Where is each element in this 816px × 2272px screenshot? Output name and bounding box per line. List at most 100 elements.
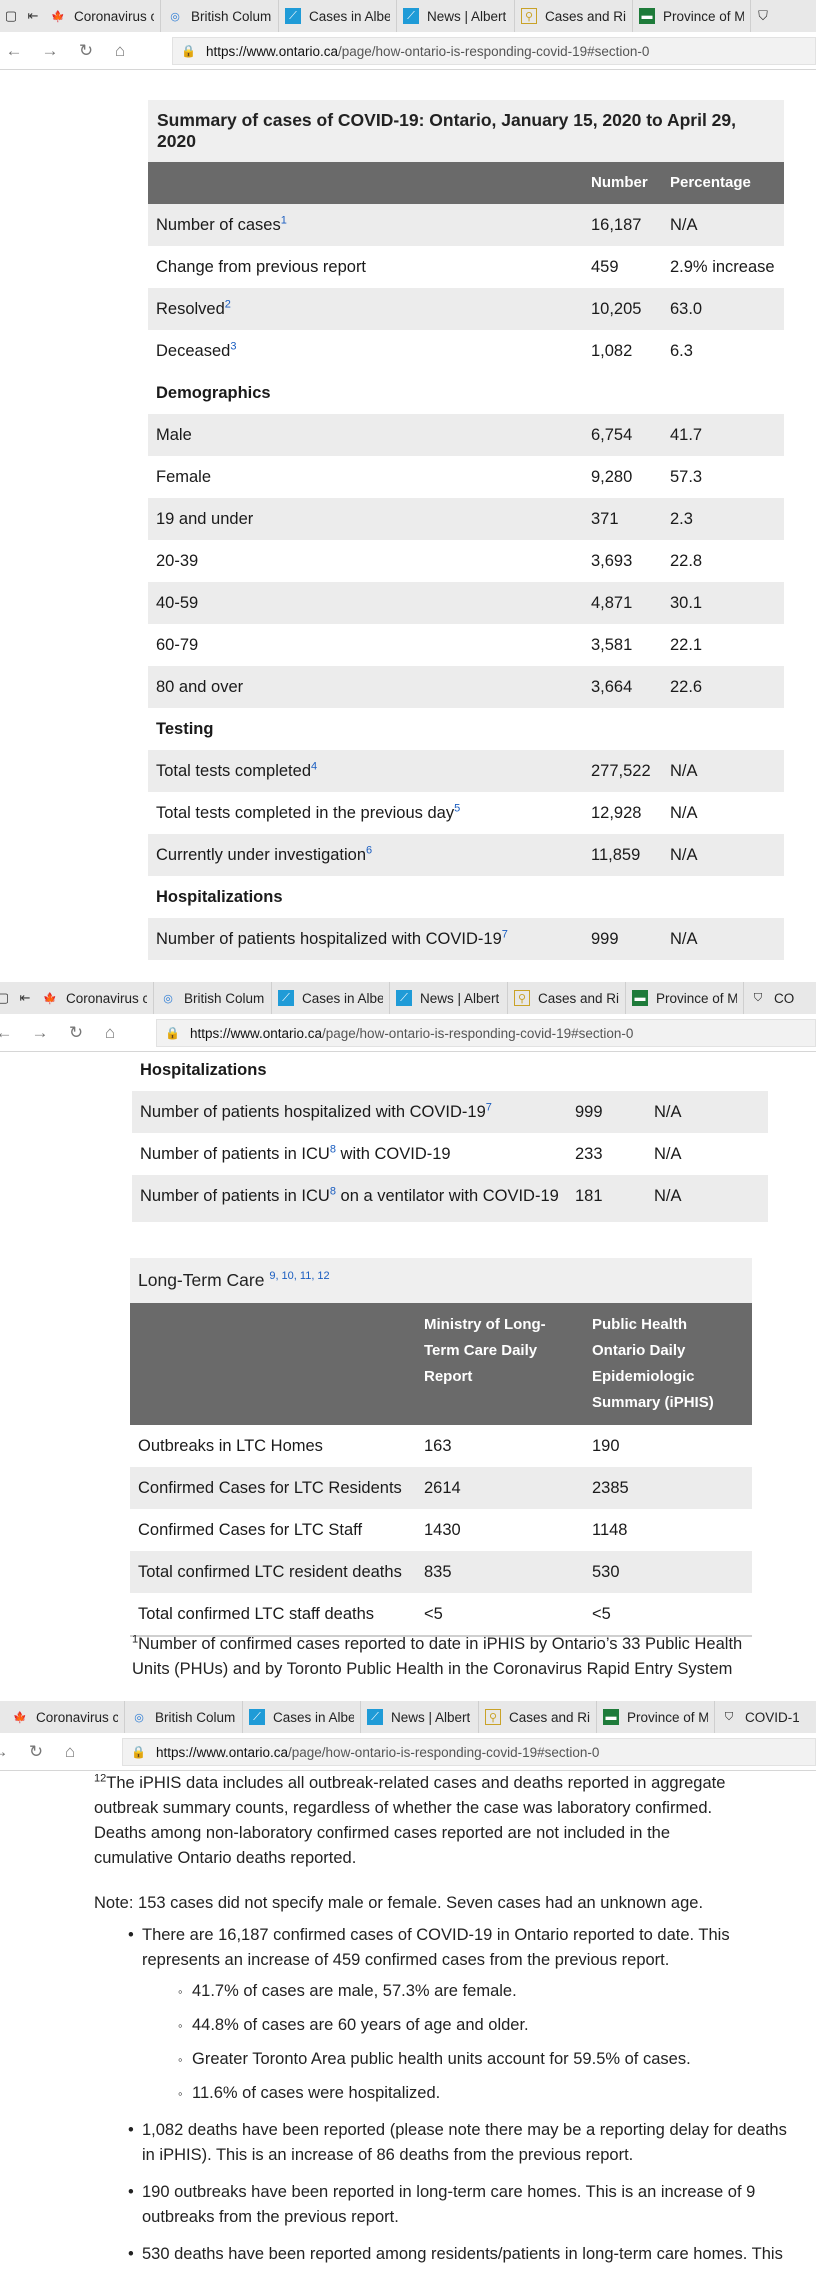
list-item: 11.6% of cases were hospitalized. [178,2081,788,2106]
list-item: 41.7% of cases are male, 57.3% are femal… [178,1979,788,2004]
tab-actions-icon[interactable]: ▢ [0,5,22,27]
footnote-link[interactable]: 7 [486,1102,492,1114]
tab-cases-alberta[interactable]: ⟋ Cases in Albe [272,982,390,1014]
alberta-icon: ⟋ [396,990,412,1006]
summary-bullet-list: There are 16,187 confirmed cases of COVI… [128,1923,788,2272]
tab-province-manitoba[interactable]: ▬ Province of M [633,0,751,32]
shield-icon: ⛉ [753,991,763,1004]
flag-icon: ▬ [603,1709,619,1725]
flag-icon: ▬ [632,990,648,1006]
table-row: 40-59 4,871 30.1 [148,582,784,624]
footnote-link[interactable]: 5 [454,803,460,815]
table-row: Resolved2 10,205 63.0 [148,288,784,330]
table-row: Confirmed Cases for LTC Staff 1430 1148 [138,1521,628,1539]
tab-news-alberta[interactable]: ⟋ News | Albert [390,982,508,1014]
home-icon[interactable]: ⌂ [96,1023,124,1043]
table-row: Deceased3 1,082 6.3 [156,340,693,360]
address-bar-row: ← → ↻ ⌂ 🔒 https://www.ontario.ca/page/how… [0,32,816,70]
tab-coronavirus[interactable]: 🍁 Coronavirus c [6,1701,125,1733]
ltc-table-wrap: Long-Term Care 9, 10, 11, 12 Ministry of… [130,1258,752,1637]
table-row: 60-79 3,581 22.1 [156,636,703,654]
tab-bar: ▢ ⇤ 🍁 Coronavirus c ◎ British Colum ⟋ Cases… [0,982,816,1014]
tab-covid[interactable]: ⛉ COVID-1 [715,1701,805,1733]
tab-covid[interactable]: ⛉ CO [744,982,804,1014]
lock-icon: 🔒 [181,44,196,58]
tab-cases-alberta[interactable]: ⟋ Cases in Albe [243,1701,361,1733]
summary-table-wrap: Summary of cases of COVID-19: Ontario, J… [148,100,784,960]
forward-icon[interactable]: → [0,1742,14,1762]
sub-bullet-list: 41.7% of cases are male, 57.3% are femal… [178,1979,788,2106]
url-field[interactable]: 🔒 https://www.ontario.ca/page/how-ontario… [156,1019,816,1047]
footnote-link[interactable]: 4 [311,761,317,773]
reload-icon[interactable]: ↻ [62,1023,90,1043]
col-phis: Public Health Ontario Daily Epidemiologi… [584,1303,752,1425]
tab-coronavirus[interactable]: 🍁 Coronavirus c [36,982,154,1014]
table-row: Number of cases1 16,187 N/A [148,204,784,246]
footnote-link[interactable]: 7 [502,929,508,941]
tab-actions-icon[interactable]: ▢ [0,987,14,1009]
home-icon[interactable]: ⌂ [106,41,134,61]
footnote-link[interactable]: 6 [366,845,372,857]
table-row: Confirmed Cases for LTC Residents 2614 238… [130,1467,752,1509]
col-percentage: Percentage [662,162,784,204]
summary-table: Number Percentage Number of cases1 16,187 N… [148,162,784,960]
forward-icon[interactable]: → [36,41,64,61]
table-row: Male 6,754 41.7 [148,414,784,456]
globe-icon: ◎ [170,10,180,23]
shield-icon[interactable]: ⛉ [751,5,775,27]
footnote-link[interactable]: 2 [225,299,231,311]
tab-province-manitoba[interactable]: ▬ Province of M [597,1701,715,1733]
back-icon[interactable]: ← [0,41,28,61]
tab-british-columbia[interactable]: ◎ British Colum [125,1701,243,1733]
page-content: Summary of cases of COVID-19: Ontario, J… [0,70,816,982]
set-aside-tabs-icon[interactable]: ⇤ [14,987,36,1009]
document-icon: ⚲ [485,1709,501,1725]
tab-cases-alberta[interactable]: ⟋ Cases in Albe [279,0,397,32]
set-aside-tabs-icon[interactable]: ⇤ [22,5,44,27]
section-heading-row: Testing [156,720,214,738]
screenshot-section-3: ⇤ 🍁Coronavirus c ◎British Colum ⟋Cases i… [0,1701,816,2272]
section-heading-row: Demographics [156,384,271,402]
table-row: Number of patients hospitalized with COV… [132,1091,768,1133]
list-item: 1,082 deaths have been reported (please … [128,2118,788,2168]
lock-icon: 🔒 [165,1026,180,1040]
forward-icon[interactable]: → [26,1023,54,1043]
url-field[interactable]: 🔒 https://www.ontario.ca/page/how-ontario… [172,37,816,65]
tab-british-columbia[interactable]: ◎ British Colum [154,982,272,1014]
home-icon[interactable]: ⌂ [56,1742,84,1762]
url-field[interactable]: 🔒 https://www.ontario.ca/page/how-ontario… [122,1738,816,1766]
col-number: Number [583,162,662,204]
maple-leaf-icon: 🍁 [13,1711,27,1724]
ltc-caption: Long-Term Care 9, 10, 11, 12 [130,1258,752,1303]
page-content: 12The iPHIS data includes all outbreak-r… [0,1771,816,2272]
tab-province-manitoba[interactable]: ▬ Province of M [626,982,744,1014]
globe-icon: ◎ [163,992,173,1005]
footnote-link[interactable]: 1 [281,215,287,227]
table-row: 20-39 3,693 22.8 [156,552,703,570]
table-row: Outbreaks in LTC Homes 163 190 [138,1437,620,1455]
table-row: Change from previous report 459 2.9% incre… [156,258,775,276]
reload-icon[interactable]: ↻ [72,41,100,61]
table-row: Total confirmed LTC staff deaths <5 <5 [138,1605,611,1623]
table-row: 80 and over 3,664 22.6 [148,666,784,708]
table-row: 19 and under 371 2.3 [148,498,784,540]
footnote-link[interactable]: 9, 10, 11, 12 [269,1270,329,1282]
table-row: Number of patients in ICU8 on a ventilat… [132,1175,768,1222]
footnote-link[interactable]: 3 [230,341,236,353]
tab-cases-risk[interactable]: ⚲ Cases and Ris [515,0,633,32]
alberta-icon: ⟋ [285,8,301,24]
col-ministry: Ministry of Long-Term Care Daily Report [416,1303,584,1425]
back-icon[interactable]: ← [0,1023,18,1043]
flag-icon: ▬ [639,8,655,24]
table-row: Number of patients in ICU8 with COVID-19… [140,1143,682,1163]
tab-news-alberta[interactable]: ⟋ News | Albert [397,0,515,32]
alberta-icon: ⟋ [249,1709,265,1725]
tab-cases-risk[interactable]: ⚲ Cases and Ris [508,982,626,1014]
tab-coronavirus[interactable]: 🍁 Coronavirus c [44,0,161,32]
tab-cases-risk[interactable]: ⚲ Cases and Ris [479,1701,597,1733]
section-heading-row: Hospitalizations [156,888,283,906]
tab-british-columbia[interactable]: ◎ British Colum [161,0,279,32]
reload-icon[interactable]: ↻ [22,1742,50,1762]
tab-news-alberta[interactable]: ⟋ News | Albert [361,1701,479,1733]
list-item: Greater Toronto Area public health units… [178,2047,788,2072]
